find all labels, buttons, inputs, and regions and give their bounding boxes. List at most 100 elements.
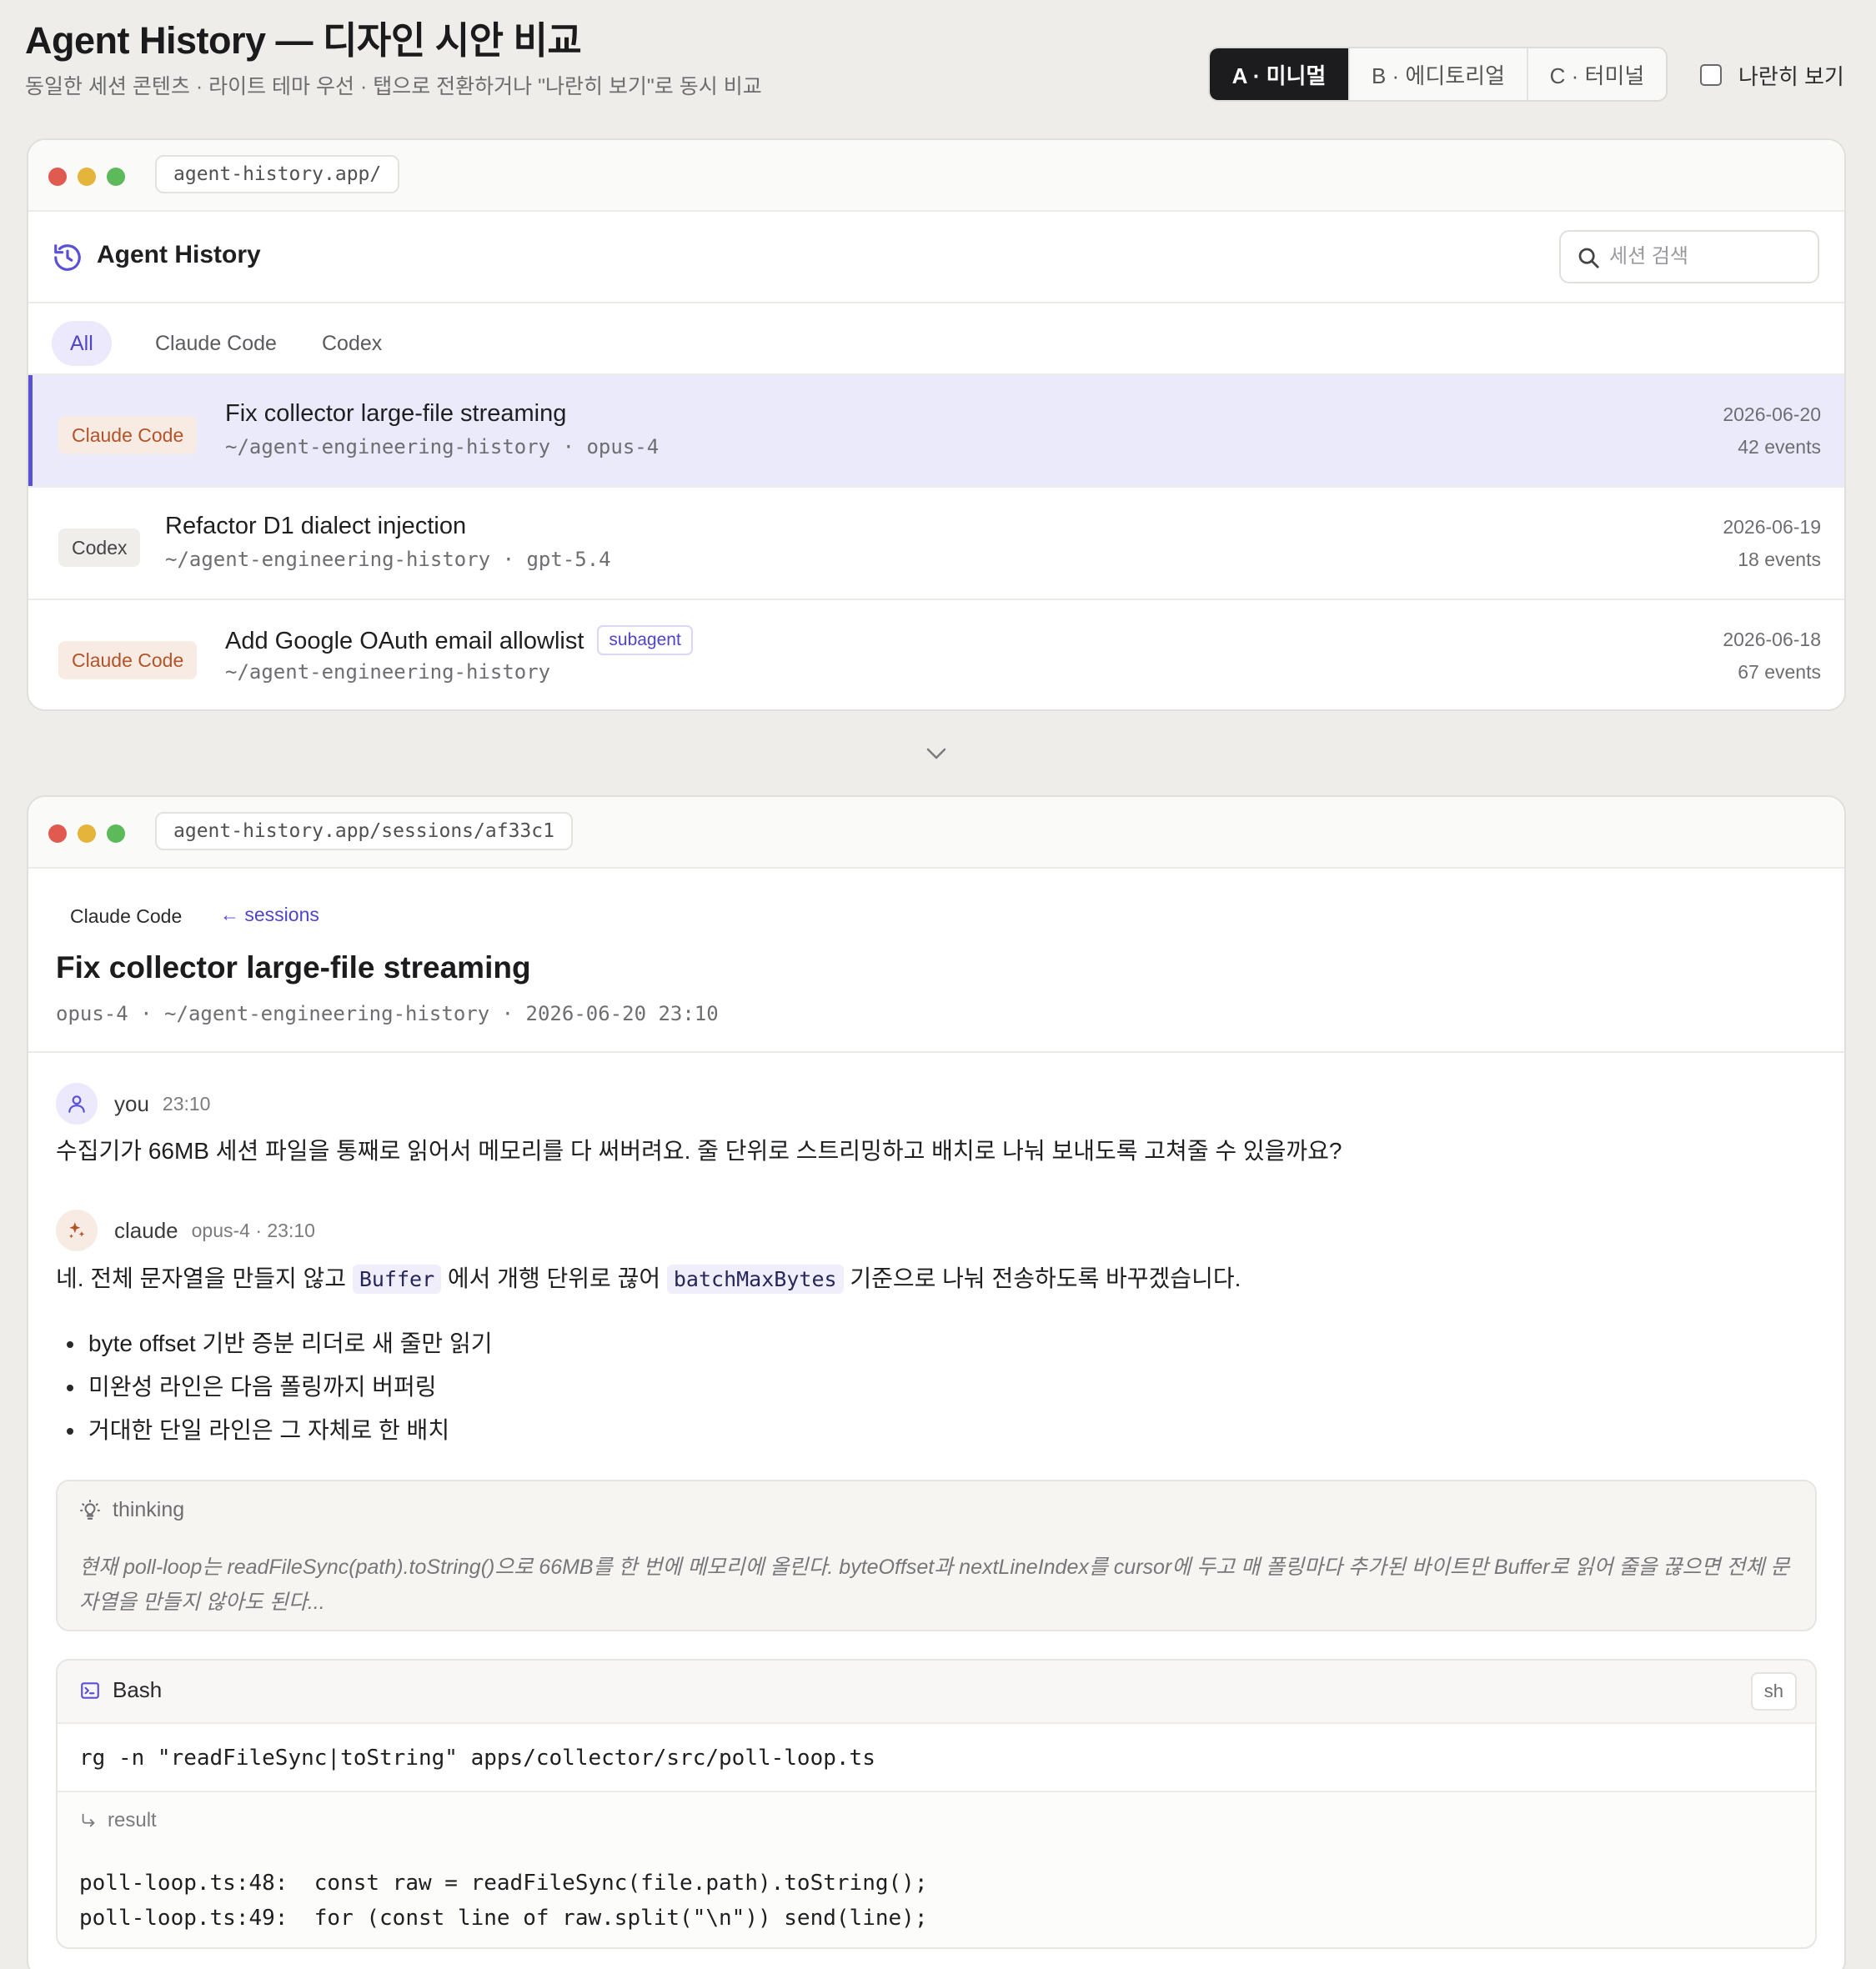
thinking-text: 현재 poll-loop는 readFileSync(path).toStrin… <box>79 1556 1790 1614</box>
session-detail-title: Fix collector large-file streaming <box>56 950 531 984</box>
url-bar[interactable]: agent-history.app/ <box>155 155 400 193</box>
app-name: Agent History <box>97 241 261 268</box>
variant-tab-editorial[interactable]: B · 에디토리얼 <box>1350 48 1528 100</box>
sparkle-icon <box>69 1222 85 1239</box>
filter-tab-codex[interactable]: Codex <box>303 321 400 366</box>
close-window-dot[interactable] <box>48 824 67 843</box>
session-event-count: 18 events <box>1738 549 1821 570</box>
user-message-text: 수집기가 66MB 세션 파일을 통째로 읽어서 메모리를 다 써버려요. 줄 … <box>56 1138 1342 1164</box>
side-by-side-toggle[interactable]: 나란히 보기 <box>1700 60 1844 90</box>
maximize-window-dot[interactable] <box>107 168 125 186</box>
session-title: Fix collector large-file streaming <box>225 400 567 427</box>
minimize-window-dot[interactable] <box>78 168 96 186</box>
tool-call-header: Bash sh <box>58 1661 1815 1724</box>
language-badge: sh <box>1750 1672 1797 1711</box>
tool-call-block: Bash sh rg -n "readFileSync|toString" ap… <box>56 1659 1817 1949</box>
result-label: result <box>108 1809 157 1831</box>
session-meta: ~/agent-engineering-history <box>225 660 551 684</box>
session-list-window: agent-history.app/ Agent History All Cla… <box>27 138 1846 711</box>
message-time: 23:10 <box>162 1092 211 1115</box>
user-message-header: you 23:10 <box>56 1083 210 1125</box>
session-date: 2026-06-19 <box>1723 516 1821 538</box>
session-detail-meta: opus-4 · ~/agent-engineering-history · 2… <box>56 1002 719 1025</box>
result-output: poll-loop.ts:48: const raw = readFileSyn… <box>79 1866 927 1936</box>
session-title: Refactor D1 dialect injection <box>165 513 467 539</box>
session-event-count: 42 events <box>1738 436 1821 458</box>
message-author: you <box>114 1090 149 1116</box>
search-box[interactable] <box>1559 230 1819 283</box>
detail-agent-label: Claude Code <box>70 905 183 927</box>
agent-badge: Claude Code <box>58 416 198 454</box>
session-row[interactable]: Codex Refactor D1 dialect injection ~/ag… <box>28 486 1844 599</box>
thinking-block[interactable]: thinking 현재 poll-loop는 readFileSync(path… <box>56 1480 1817 1631</box>
tool-name: Bash <box>113 1677 163 1702</box>
variant-tab-terminal[interactable]: C · 터미널 <box>1528 48 1666 100</box>
thinking-label: thinking <box>113 1498 185 1521</box>
session-date: 2026-06-20 <box>1723 403 1821 425</box>
agent-badge: Codex <box>58 529 141 567</box>
session-title: Add Google OAuth email allowlist <box>225 628 584 654</box>
arrow-left-icon: ← <box>220 904 245 925</box>
back-to-sessions-link[interactable]: ← sessions <box>220 904 319 926</box>
tool-result: result poll-loop.ts:48: const raw = read… <box>58 1791 1815 1947</box>
session-detail-window: agent-history.app/sessions/af33c1 Claude… <box>27 795 1846 1969</box>
subagent-tag: subagent <box>597 625 693 655</box>
tool-title: Bash <box>79 1677 162 1703</box>
url-bar[interactable]: agent-history.app/sessions/af33c1 <box>155 812 573 850</box>
result-line: poll-loop.ts:48: const raw = readFileSyn… <box>79 1871 928 1896</box>
variant-tabs: A · 미니멀 B · 에디토리얼 C · 터미널 <box>1208 47 1668 102</box>
page-header: Agent History — 디자인 시안 비교 동일한 세션 콘텐츠 · 라… <box>25 10 1855 110</box>
browser-chrome: agent-history.app/sessions/af33c1 <box>28 797 1844 869</box>
assistant-bullet-list: byte offset 기반 증분 리더로 새 줄만 읽기 미완성 라인은 다음… <box>67 1322 492 1452</box>
session-meta: ~/agent-engineering-history · gpt-5.4 <box>165 548 611 571</box>
maximize-window-dot[interactable] <box>107 824 125 843</box>
assistant-message-text: 네. 전체 문자열을 만들지 않고 Buffer 에서 개행 단위로 끊어 ba… <box>56 1260 1241 1294</box>
assistant-text-part: 에서 개행 단위로 끊어 <box>441 1265 667 1291</box>
message-author: claude <box>114 1217 178 1243</box>
user-icon <box>68 1095 85 1113</box>
assistant-text-part: 네. 전체 문자열을 만들지 않고 <box>56 1265 353 1291</box>
history-icon <box>54 244 81 271</box>
result-header[interactable]: result <box>79 1809 157 1832</box>
chevron-down-icon[interactable] <box>924 745 949 762</box>
close-window-dot[interactable] <box>48 168 67 186</box>
message-time: opus-4 · 23:10 <box>191 1219 315 1241</box>
bash-command: rg -n "readFileSync|toString" apps/colle… <box>79 1746 875 1771</box>
assistant-avatar <box>56 1210 98 1251</box>
assistant-text-part: 기준으로 나눠 전송하도록 바꾸겠습니다. <box>843 1265 1241 1291</box>
assistant-message-header: claude opus-4 · 23:10 <box>56 1210 315 1251</box>
side-by-side-checkbox[interactable] <box>1700 64 1722 86</box>
session-date: 2026-06-18 <box>1723 629 1821 650</box>
lightbulb-icon <box>80 1499 100 1520</box>
search-input[interactable] <box>1609 238 1809 275</box>
inline-code: Buffer <box>352 1265 442 1294</box>
session-detail-header: Claude Code ← sessions Fix collector lar… <box>28 869 1844 1053</box>
filter-tab-all[interactable]: All <box>52 321 112 366</box>
variant-tab-minimal[interactable]: A · 미니멀 <box>1210 48 1350 100</box>
list-item: 거대한 단일 라인은 그 자체로 한 배치 <box>67 1409 492 1452</box>
page-subtitle: 동일한 세션 콘텐츠 · 라이트 테마 우선 · 탭으로 전환하거나 "나란히 … <box>25 75 762 98</box>
terminal-icon <box>81 1681 99 1699</box>
session-meta: ~/agent-engineering-history · opus-4 <box>225 435 660 458</box>
app-header: Agent History <box>28 212 1844 303</box>
page-title: Agent History — 디자인 시안 비교 <box>25 19 582 62</box>
filter-bar: All Claude Code Codex <box>28 303 1844 373</box>
list-item: byte offset 기반 증분 리더로 새 줄만 읽기 <box>67 1322 492 1365</box>
session-title-wrap: Add Google OAuth email allowlist subagent <box>225 625 693 655</box>
session-row[interactable]: Claude Code Fix collector large-file str… <box>28 373 1844 486</box>
thinking-header: thinking <box>79 1498 184 1522</box>
list-item: 미완성 라인은 다음 폴링까지 버퍼링 <box>67 1365 492 1409</box>
agent-badge: Claude Code <box>58 641 198 679</box>
result-line: poll-loop.ts:49: for (const line of raw.… <box>79 1906 928 1931</box>
inline-code: batchMaxBytes <box>666 1265 844 1294</box>
return-arrow-icon <box>82 1813 95 1827</box>
filter-tab-claude-code[interactable]: Claude Code <box>137 321 295 366</box>
minimize-window-dot[interactable] <box>78 824 96 843</box>
side-by-side-label: 나란히 보기 <box>1738 63 1844 89</box>
user-avatar <box>56 1083 98 1125</box>
session-event-count: 67 events <box>1738 661 1821 683</box>
search-icon <box>1578 248 1599 268</box>
back-link-label: sessions <box>244 904 319 925</box>
browser-chrome: agent-history.app/ <box>28 140 1844 212</box>
session-row[interactable]: Claude Code Add Google OAuth email allow… <box>28 599 1844 709</box>
